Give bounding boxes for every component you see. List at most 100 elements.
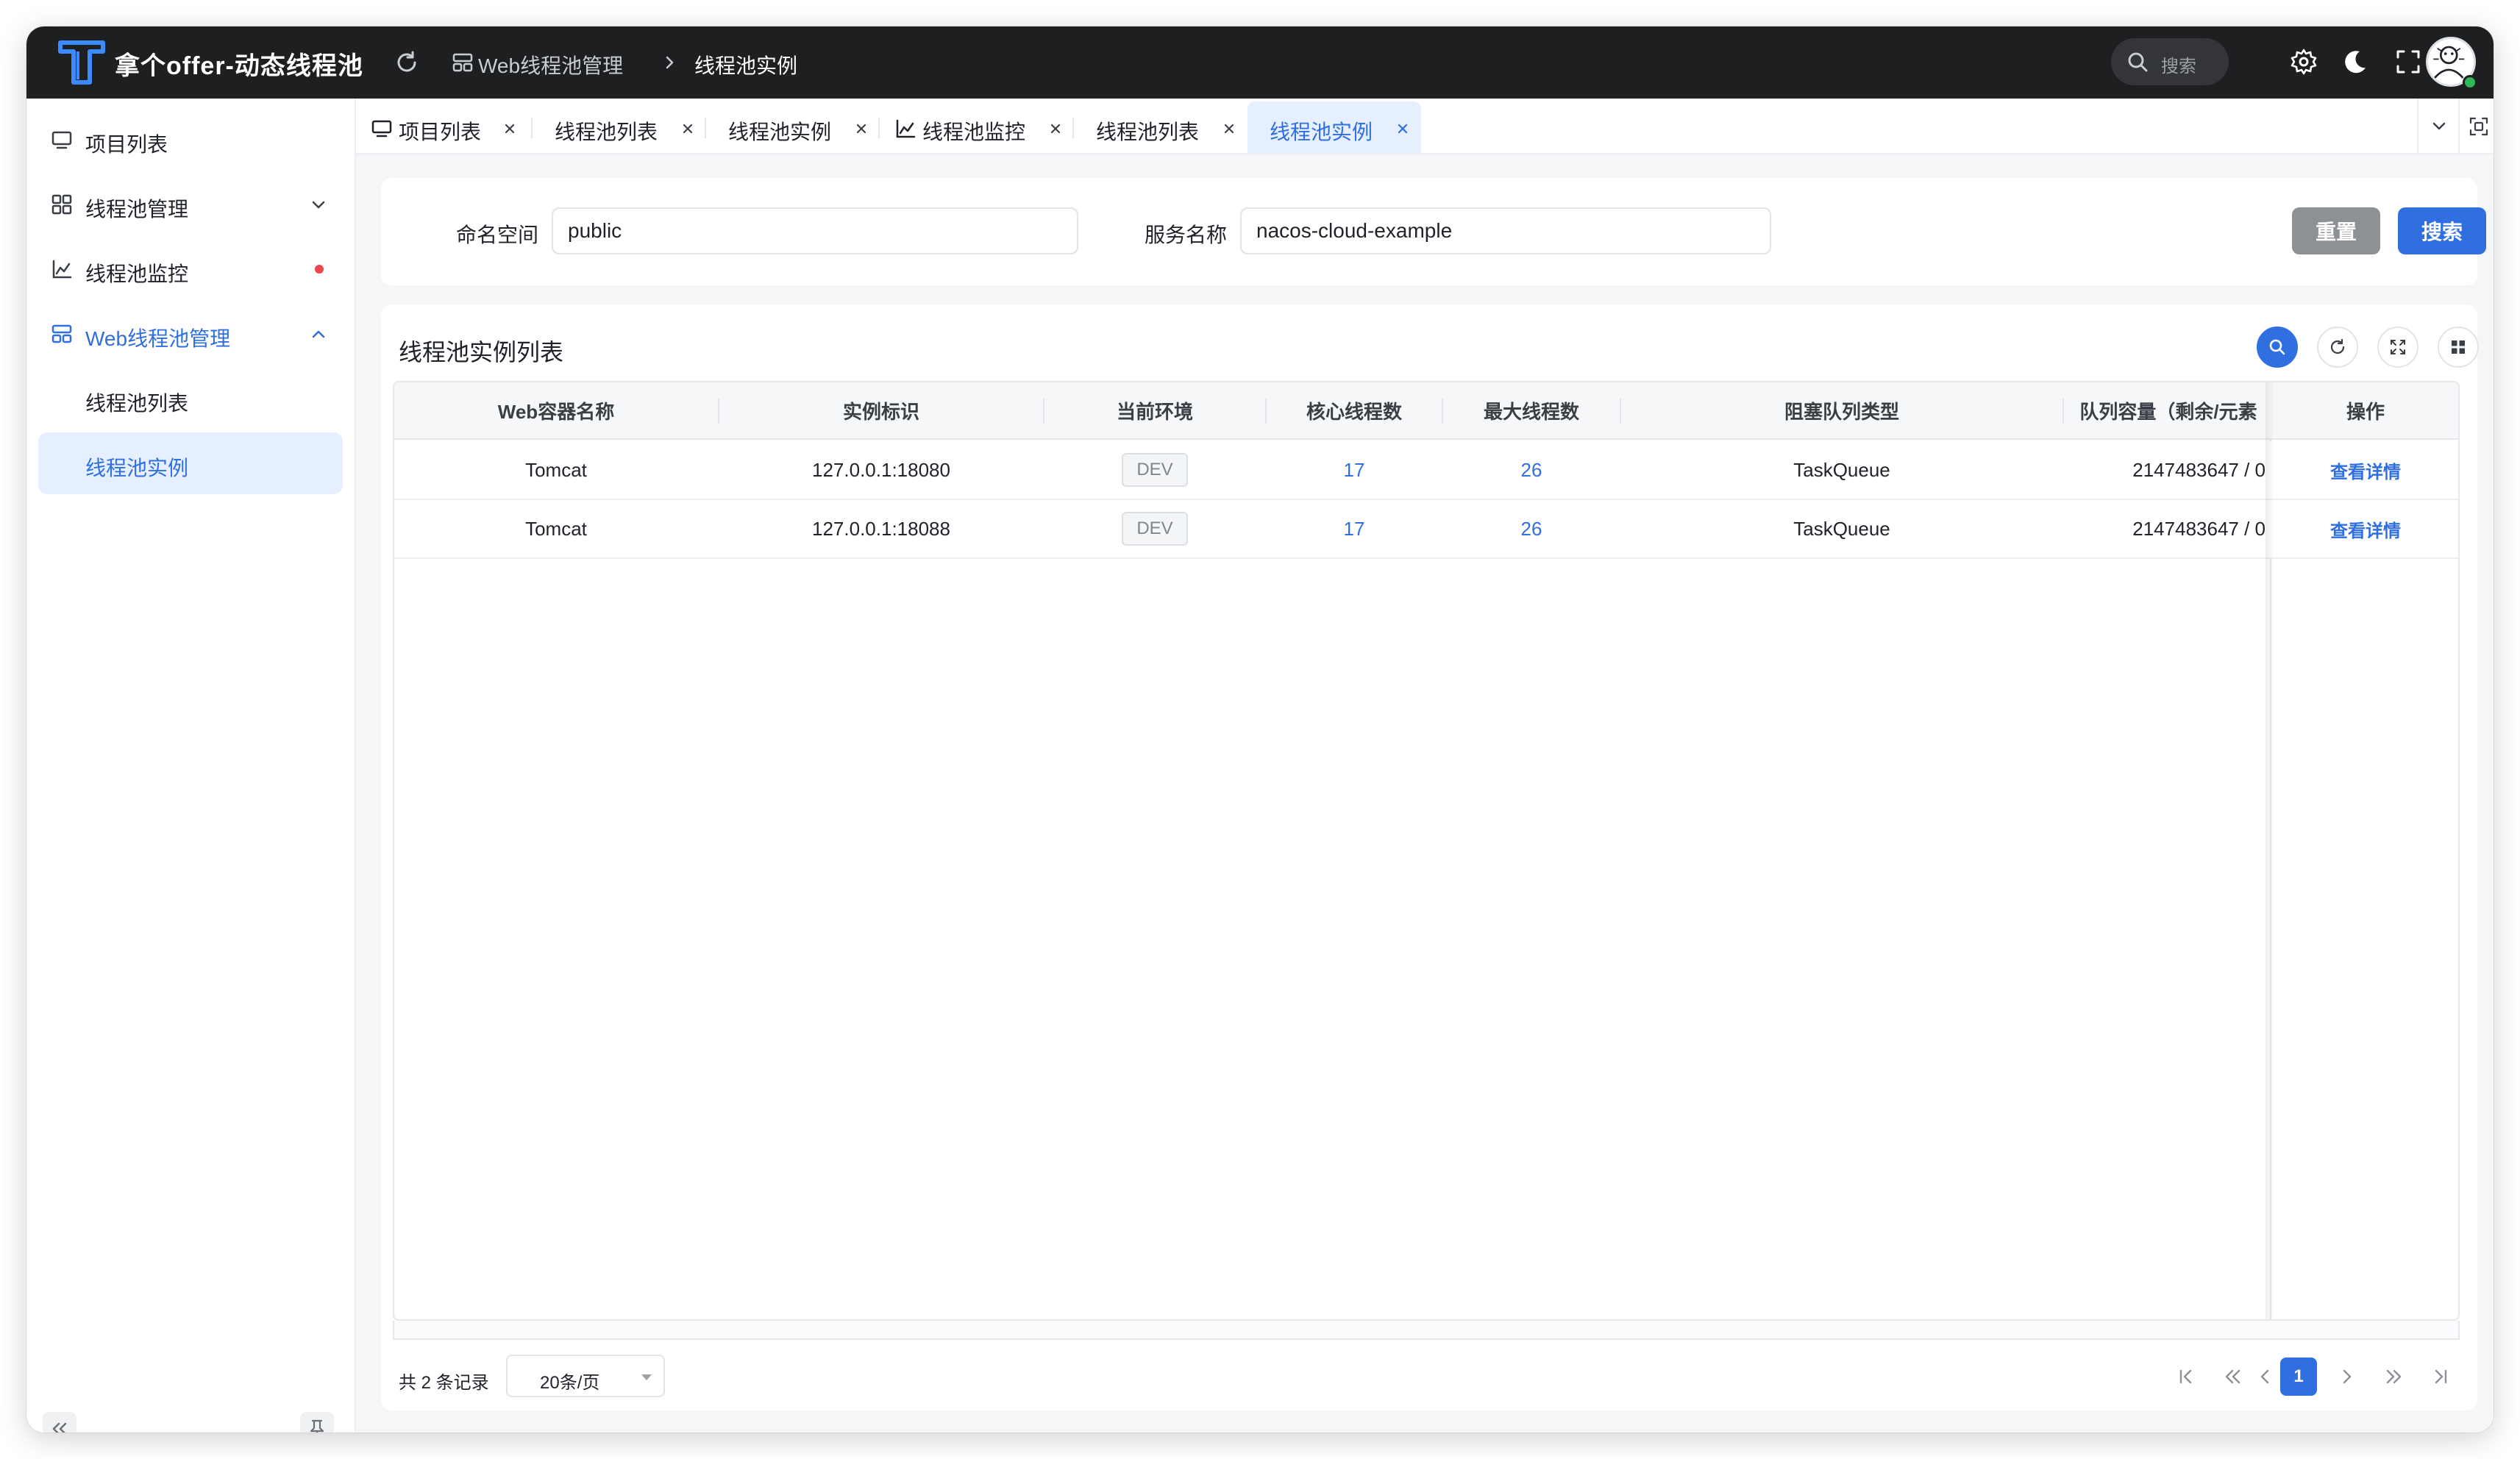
chevron-right-icon bbox=[2343, 1369, 2352, 1384]
sidebar-item-threadpool-monitor[interactable]: 线程池监控 bbox=[38, 238, 343, 300]
prev-page-button[interactable] bbox=[2249, 1360, 2282, 1393]
cell-core-threads: 17 bbox=[1343, 517, 1365, 540]
tab-bar: 项目列表 线程池列表 线程池实例 线程池监控 线程池列表 线程池实例 bbox=[356, 99, 2494, 154]
pin-icon bbox=[310, 1419, 324, 1433]
online-status-dot bbox=[2463, 75, 2477, 90]
cell-container: Tomcat bbox=[525, 458, 587, 481]
first-page-button[interactable] bbox=[2170, 1360, 2202, 1393]
sidebar-item-web-threadpool-manage[interactable]: Web线程池管理 bbox=[38, 303, 343, 365]
column-header-max-threads[interactable]: 最大线程数 bbox=[1443, 382, 1620, 438]
prev-five-pages-button[interactable] bbox=[2217, 1360, 2249, 1393]
cell-env: DEV bbox=[1044, 441, 1265, 499]
sidebar-item-label: 线程池列表 bbox=[85, 392, 189, 415]
column-header-container[interactable]: Web容器名称 bbox=[394, 382, 718, 438]
next-five-pages-button[interactable] bbox=[2377, 1360, 2410, 1393]
caret-down-icon bbox=[641, 1374, 652, 1380]
cell-queue-type: TaskQueue bbox=[1793, 458, 1890, 481]
global-search[interactable]: 搜索 bbox=[2111, 38, 2229, 85]
horizontal-scrollbar[interactable] bbox=[393, 1321, 2460, 1340]
tab-bar-divider bbox=[2458, 99, 2460, 154]
total-records: 共 2 条记录 bbox=[399, 1373, 489, 1393]
sidebar-item-web-threadpool-instance[interactable]: 线程池实例 bbox=[38, 432, 343, 494]
namespace-input[interactable] bbox=[552, 207, 1078, 254]
cell-actions: 查看详情 bbox=[2271, 500, 2458, 557]
close-icon[interactable] bbox=[1220, 119, 1239, 138]
sidebar-item-label: 项目列表 bbox=[85, 133, 168, 156]
tab-label: 线程池列表 bbox=[555, 121, 658, 143]
pin-sidebar-button[interactable] bbox=[300, 1412, 334, 1433]
page-number-current[interactable]: 1 bbox=[2280, 1358, 2317, 1396]
column-header-queue-capacity[interactable]: 队列容量（剩余/元素 bbox=[2064, 382, 2273, 438]
column-settings-button[interactable] bbox=[2438, 327, 2479, 368]
cell-actions: 查看详情 bbox=[2271, 441, 2458, 499]
cell-container: Tomcat bbox=[525, 517, 587, 540]
tab-project-list[interactable]: 项目列表 bbox=[356, 101, 530, 153]
monitor-icon bbox=[371, 120, 392, 138]
close-icon[interactable] bbox=[1046, 119, 1065, 138]
table-row: Tomcat 127.0.0.1:18088 DEV 17 26 TaskQue… bbox=[394, 500, 2458, 559]
sidebar-item-label: Web线程池管理 bbox=[85, 327, 231, 350]
search-button[interactable]: 搜索 bbox=[2398, 207, 2486, 254]
sidebar-item-label: 线程池管理 bbox=[85, 198, 189, 221]
next-page-button[interactable] bbox=[2330, 1360, 2363, 1393]
gear-icon[interactable] bbox=[2289, 47, 2318, 76]
app-title: 拿个offer-动态线程池 bbox=[115, 52, 363, 80]
search-card: 命名空间 服务名称 重置 搜索 bbox=[381, 178, 2486, 285]
chevron-down-icon[interactable] bbox=[2429, 116, 2449, 137]
sidebar-item-project-list[interactable]: 项目列表 bbox=[38, 109, 343, 171]
close-icon[interactable] bbox=[678, 119, 697, 138]
service-name-label: 服务名称 bbox=[1145, 224, 1228, 246]
expand-table-button[interactable] bbox=[2377, 327, 2418, 368]
view-details-link[interactable]: 查看详情 bbox=[2330, 457, 2401, 483]
reset-button[interactable]: 重置 bbox=[2292, 207, 2380, 254]
tab-web-threadpool-list[interactable]: 线程池列表 bbox=[1074, 101, 1246, 153]
table-header: Web容器名称 实例标识 当前环境 核心线程数 最大线程数 阻塞队列类型 队列容… bbox=[394, 382, 2458, 440]
cell-instance: 127.0.0.1:18088 bbox=[812, 517, 950, 540]
expand-icon bbox=[2391, 340, 2405, 354]
focus-mode-icon[interactable] bbox=[2467, 115, 2491, 138]
tab-web-threadpool-instance[interactable]: 线程池实例 bbox=[1247, 101, 1421, 153]
column-header-queue-type[interactable]: 阻塞队列类型 bbox=[1621, 382, 2062, 438]
toggle-search-button[interactable] bbox=[2257, 327, 2298, 368]
env-tag: DEV bbox=[1122, 453, 1188, 487]
close-icon[interactable] bbox=[852, 119, 871, 138]
grid-layout-icon bbox=[452, 53, 473, 72]
tab-threadpool-monitor[interactable]: 线程池监控 bbox=[880, 101, 1072, 153]
column-header-env[interactable]: 当前环境 bbox=[1044, 382, 1265, 438]
grid-icon bbox=[2452, 340, 2465, 354]
reload-button[interactable] bbox=[2317, 327, 2358, 368]
breadcrumb-parent[interactable]: Web线程池管理 bbox=[478, 50, 623, 79]
sidebar-item-threadpool-manage[interactable]: 线程池管理 bbox=[38, 174, 343, 235]
cell-instance: 127.0.0.1:18080 bbox=[812, 458, 950, 481]
close-icon[interactable] bbox=[500, 119, 519, 138]
breadcrumb-current: 线程池实例 bbox=[694, 54, 798, 77]
cell-env: DEV bbox=[1044, 500, 1265, 557]
view-details-link[interactable]: 查看详情 bbox=[2330, 516, 2401, 542]
instance-table: Web容器名称 实例标识 当前环境 核心线程数 最大线程数 阻塞队列类型 队列容… bbox=[393, 381, 2460, 1321]
refresh-icon[interactable] bbox=[393, 49, 421, 76]
global-search-placeholder: 搜索 bbox=[2161, 57, 2196, 76]
column-header-core-threads[interactable]: 核心线程数 bbox=[1267, 382, 1442, 438]
notification-dot bbox=[315, 265, 324, 274]
layout-icon bbox=[51, 324, 72, 343]
tab-threadpool-list[interactable]: 线程池列表 bbox=[533, 101, 705, 153]
cell-max-threads: 26 bbox=[1520, 458, 1542, 481]
chevron-left-icon bbox=[2260, 1369, 2269, 1384]
app-logo-icon[interactable] bbox=[56, 37, 107, 88]
moon-icon[interactable] bbox=[2341, 47, 2370, 76]
tab-threadpool-instance[interactable]: 线程池实例 bbox=[706, 101, 878, 153]
fullscreen-icon[interactable] bbox=[2393, 47, 2423, 76]
collapse-sidebar-button[interactable] bbox=[43, 1412, 76, 1433]
search-icon bbox=[2128, 52, 2148, 72]
cell-core-threads: 17 bbox=[1343, 458, 1365, 481]
monitor-icon bbox=[51, 131, 72, 149]
last-page-button[interactable] bbox=[2424, 1360, 2457, 1393]
service-name-input[interactable] bbox=[1240, 207, 1771, 254]
column-header-instance[interactable]: 实例标识 bbox=[719, 382, 1043, 438]
close-icon[interactable] bbox=[1393, 119, 1412, 138]
page-size-select[interactable]: 20条/页 bbox=[506, 1355, 665, 1397]
tab-label: 项目列表 bbox=[399, 121, 482, 143]
tab-bar-divider bbox=[2417, 99, 2418, 154]
column-header-actions: 操作 bbox=[2346, 400, 2385, 423]
sidebar-item-web-threadpool-list[interactable]: 线程池列表 bbox=[38, 368, 343, 429]
